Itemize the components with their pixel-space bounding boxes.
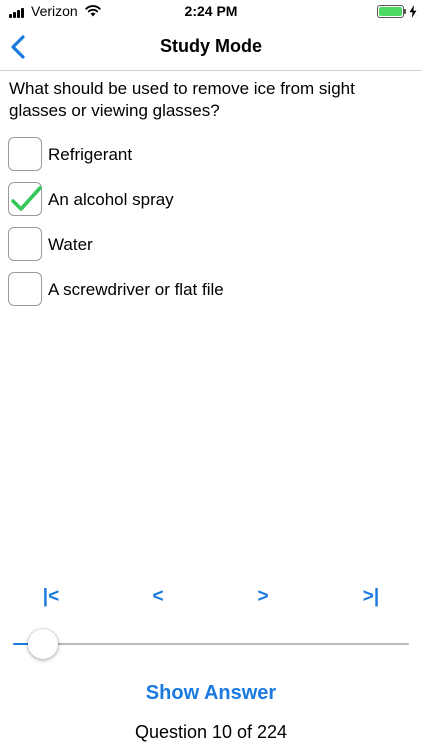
show-answer-button[interactable]: Show Answer (0, 682, 422, 705)
next-question-button[interactable]: > (243, 586, 283, 608)
answer-options: Refrigerant An alcohol spray Water A scr… (8, 137, 413, 317)
page-title: Study Mode (160, 36, 262, 56)
battery-cap (404, 9, 406, 14)
option-screwdriver[interactable]: A screwdriver or flat file (8, 272, 413, 317)
checkbox[interactable] (8, 272, 42, 306)
checkmark-icon (11, 186, 42, 211)
checkbox[interactable] (8, 137, 42, 171)
checkbox[interactable] (8, 227, 42, 261)
question-slider[interactable] (13, 628, 409, 659)
last-question-button[interactable]: >| (351, 586, 391, 608)
option-label: Water (48, 235, 93, 254)
status-bar: Verizon 2:24 PM (0, 0, 422, 24)
first-question-button[interactable]: |< (31, 586, 71, 608)
option-label: A screwdriver or flat file (48, 280, 224, 299)
previous-question-button[interactable]: < (138, 586, 178, 608)
slider-track (13, 643, 409, 645)
question-counter: Question 10 of 224 (134, 722, 288, 742)
study-mode-screen: Verizon 2:24 PM Study Mode What should b… (0, 0, 422, 750)
checkbox-checked[interactable] (8, 182, 42, 216)
option-label: An alcohol spray (48, 190, 174, 209)
slider-thumb[interactable] (27, 629, 58, 659)
question-pager: |< < > >| (0, 586, 422, 610)
option-water[interactable]: Water (8, 227, 413, 272)
status-time: 2:24 PM (184, 3, 238, 19)
battery-icon (377, 5, 404, 18)
charging-icon (409, 5, 417, 18)
option-alcohol-spray[interactable]: An alcohol spray (8, 182, 413, 227)
navigation-bar: Study Mode (0, 24, 422, 71)
option-label: Refrigerant (48, 145, 133, 164)
question-text: What should be used to remove ice from s… (9, 79, 355, 120)
battery-level (379, 7, 402, 16)
option-refrigerant[interactable]: Refrigerant (8, 137, 413, 182)
